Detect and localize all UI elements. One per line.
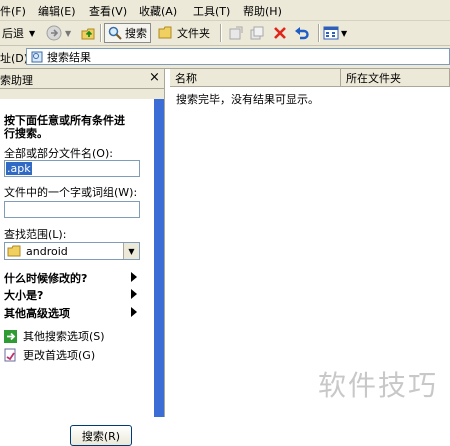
results-message: 搜索完毕，没有结果可显示。 xyxy=(176,93,319,106)
change-preferences-link[interactable]: 更改首选项(G) xyxy=(4,347,95,363)
chevron-down-icon: ▼ xyxy=(29,28,36,38)
address-label: 址(D) xyxy=(0,52,29,65)
pane-title: 索助理 xyxy=(0,74,33,87)
search-companion-pane: 索助理 × 按下面任意或所有条件进 行搜索。 全部或部分文件名(O): .apk… xyxy=(0,69,165,446)
preferences-icon xyxy=(4,348,16,362)
search-submit-button[interactable]: 搜索(R) xyxy=(70,425,132,446)
folder-icon xyxy=(7,245,21,257)
search-heading-cont: 行搜索。 xyxy=(4,127,48,140)
column-header-folder[interactable]: 所在文件夹 xyxy=(341,69,450,87)
advanced-option[interactable]: 其他高级选项 xyxy=(4,305,70,321)
folders-button[interactable]: 文件夹 xyxy=(158,24,210,42)
move-to-icon xyxy=(229,26,243,40)
expand-arrow-icon[interactable] xyxy=(131,307,137,317)
other-options-link[interactable]: 其他搜索选项(S) xyxy=(4,328,105,344)
watermark: 软件技巧 xyxy=(318,369,439,402)
filename-input[interactable]: .apk xyxy=(4,160,140,177)
views-icon xyxy=(323,26,339,40)
views-button[interactable]: ▼ xyxy=(323,24,347,42)
menu-help[interactable]: 帮助(H) xyxy=(243,3,282,19)
address-bar: 址(D) 搜索结果 xyxy=(0,46,450,69)
up-folder-button[interactable] xyxy=(80,24,96,42)
menu-favorites[interactable]: 收藏(A) xyxy=(139,3,177,19)
menu-tools[interactable]: 工具(T) xyxy=(193,3,230,19)
word-input[interactable] xyxy=(4,201,140,218)
chevron-down-icon: ▼ xyxy=(341,28,348,38)
word-label: 文件中的一个字或词组(W): xyxy=(4,186,138,199)
folder-icon xyxy=(158,26,172,39)
lookin-select[interactable]: android ▼ xyxy=(4,242,140,260)
search-icon xyxy=(108,26,122,40)
expand-arrow-icon[interactable] xyxy=(131,289,137,299)
copy-to-button[interactable] xyxy=(249,24,265,42)
when-modified-option[interactable]: 什么时候修改的? xyxy=(4,270,87,286)
size-option[interactable]: 大小是? xyxy=(4,287,43,303)
pane-right-stripe xyxy=(154,99,164,417)
menu-file[interactable]: 件(F) xyxy=(0,3,26,19)
delete-icon xyxy=(274,27,286,39)
back-button[interactable]: 后退 ▼ xyxy=(2,24,35,42)
address-input[interactable]: 搜索结果 xyxy=(26,48,450,65)
move-to-button[interactable] xyxy=(228,24,244,42)
forward-icon xyxy=(46,25,62,41)
chevron-down-icon: ▼ xyxy=(65,28,72,38)
menu-edit[interactable]: 编辑(E) xyxy=(38,3,76,19)
search-form: 按下面任意或所有条件进 行搜索。 全部或部分文件名(O): .apk 文件中的一… xyxy=(0,99,155,446)
search-button[interactable]: 搜索 xyxy=(104,23,151,43)
search-results-icon xyxy=(31,51,43,62)
lookin-label: 查找范围(L): xyxy=(4,228,67,241)
delete-button[interactable] xyxy=(272,24,288,42)
chevron-down-icon[interactable]: ▼ xyxy=(123,243,139,259)
undo-icon xyxy=(295,27,309,40)
menu-view[interactable]: 查看(V) xyxy=(89,3,127,19)
filename-label: 全部或部分文件名(O): xyxy=(4,147,113,160)
copy-to-icon xyxy=(250,26,264,40)
toolbar: 后退 ▼ ▼ 搜索 文件夹 ▼ xyxy=(0,21,450,46)
close-icon[interactable]: × xyxy=(149,70,160,85)
menu-bar: 件(F) 编辑(E) 查看(V) 收藏(A) 工具(T) 帮助(H) xyxy=(0,0,450,21)
green-arrow-icon xyxy=(4,329,17,343)
column-header-name[interactable]: 名称 xyxy=(170,69,341,87)
undo-button[interactable] xyxy=(294,24,310,42)
pane-header: 索助理 × xyxy=(0,69,164,89)
expand-arrow-icon[interactable] xyxy=(131,272,137,282)
up-folder-icon xyxy=(81,28,95,40)
forward-button[interactable]: ▼ xyxy=(46,24,71,42)
